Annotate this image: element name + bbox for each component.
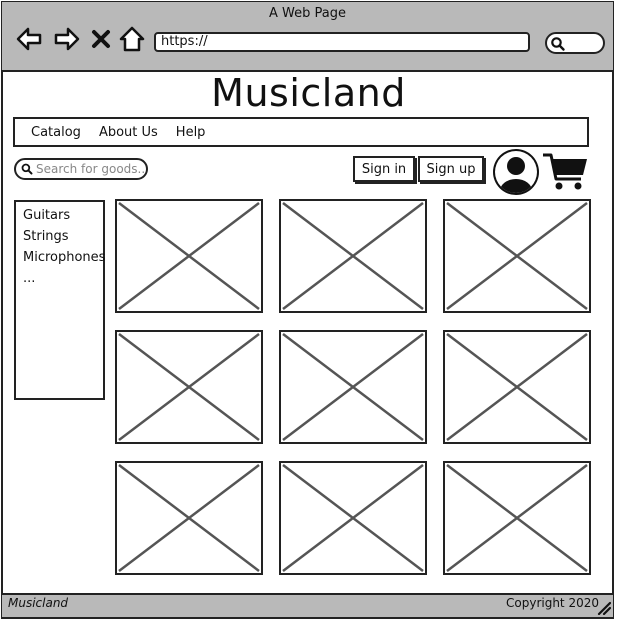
image-placeholder-icon (118, 464, 260, 572)
url-bar[interactable]: https:// (154, 32, 530, 52)
site-logo-title: Musicland (211, 71, 406, 115)
category-more[interactable]: ... (23, 268, 103, 289)
footer-brand: Musicland (8, 596, 69, 610)
category-guitars[interactable]: Guitars (23, 205, 103, 226)
product-image-placeholder[interactable] (443, 461, 591, 575)
product-image-placeholder[interactable] (115, 330, 263, 444)
forward-arrow-icon[interactable] (53, 26, 81, 52)
back-arrow-icon[interactable] (15, 26, 43, 52)
footer: Musicland Copyright 2020 (2, 593, 613, 617)
browser-search-field[interactable] (545, 32, 605, 54)
search-icon (21, 163, 33, 175)
product-image-placeholder[interactable] (279, 199, 427, 313)
cart-icon[interactable] (541, 151, 589, 193)
close-icon[interactable] (90, 26, 112, 52)
product-image-placeholder[interactable] (279, 461, 427, 575)
image-placeholder-icon (118, 202, 260, 310)
resize-grip-icon[interactable] (597, 601, 611, 615)
product-image-placeholder[interactable] (279, 330, 427, 444)
product-image-placeholder[interactable] (115, 199, 263, 313)
category-microphones[interactable]: Microphones (23, 247, 105, 268)
image-placeholder-icon (118, 333, 260, 441)
window-title: A Web Page (269, 6, 346, 21)
image-placeholder-icon (446, 202, 588, 310)
product-image-placeholder[interactable] (115, 461, 263, 575)
image-placeholder-icon (282, 333, 424, 441)
menu-item-help[interactable]: Help (176, 125, 206, 140)
home-icon[interactable] (118, 26, 146, 52)
category-list: Guitars Strings Microphones ... (14, 200, 105, 400)
image-placeholder-icon (282, 202, 424, 310)
image-placeholder-icon (446, 333, 588, 441)
footer-copyright: Copyright 2020 (506, 596, 599, 610)
category-strings[interactable]: Strings (23, 226, 103, 247)
image-placeholder-icon (446, 464, 588, 572)
search-icon (551, 37, 565, 51)
product-image-placeholder[interactable] (443, 330, 591, 444)
main-menu: Catalog About Us Help (13, 117, 589, 147)
image-placeholder-icon (282, 464, 424, 572)
search-input[interactable] (33, 162, 144, 176)
user-avatar-icon[interactable] (491, 147, 541, 197)
product-image-placeholder[interactable] (443, 199, 591, 313)
menu-item-about-us[interactable]: About Us (99, 125, 158, 140)
product-search (14, 158, 148, 180)
browser-chrome: A Web Page https:// (2, 2, 613, 72)
sign-up-button[interactable]: Sign up (418, 156, 484, 182)
menu-item-catalog[interactable]: Catalog (31, 125, 81, 140)
sign-in-button[interactable]: Sign in (353, 156, 415, 182)
